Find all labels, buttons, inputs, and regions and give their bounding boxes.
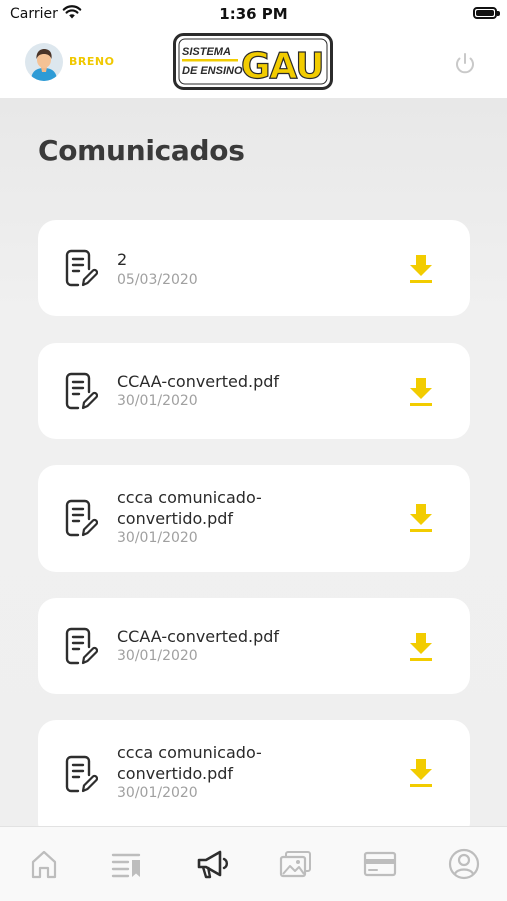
avatar[interactable] (25, 43, 63, 81)
file-name-line-2: convertido.pdf (117, 509, 234, 528)
megaphone-icon[interactable] (194, 847, 230, 881)
svg-text:SISTEMA: SISTEMA (182, 46, 231, 58)
status-bar: Carrier 1:36 PM (0, 0, 507, 28)
file-date: 30/01/2020 (117, 530, 198, 546)
document-edit-icon (65, 372, 98, 410)
battery-icon (473, 7, 500, 19)
home-icon[interactable] (26, 847, 62, 881)
main-content[interactable]: Comunicados 2 05/03/2020 CCAA-converted.… (0, 98, 507, 826)
download-icon[interactable] (408, 632, 434, 662)
download-icon[interactable] (408, 503, 434, 533)
svg-text:GAU: GAU (241, 46, 324, 87)
document-edit-icon (65, 499, 98, 537)
document-edit-icon (65, 627, 98, 665)
file-name: CCAA-converted.pdf (117, 372, 280, 391)
tab-bar (0, 826, 507, 901)
file-date: 30/01/2020 (117, 393, 198, 409)
file-name: CCAA-converted.pdf (117, 627, 280, 646)
download-icon[interactable] (408, 377, 434, 407)
announcement-card[interactable]: 2 05/03/2020 (38, 220, 470, 316)
file-name-line-1: ccca comunicado- (117, 743, 262, 762)
list-bookmark-icon[interactable] (109, 847, 145, 881)
document-edit-icon (65, 755, 98, 793)
power-icon[interactable] (451, 50, 479, 78)
file-date: 05/03/2020 (117, 272, 198, 288)
file-name-line-2: convertido.pdf (117, 764, 234, 783)
announcement-card[interactable]: ccca comunicado- convertido.pdf 30/01/20… (38, 720, 470, 826)
file-name-line-1: ccca comunicado- (117, 488, 262, 507)
document-edit-icon (65, 249, 98, 287)
gallery-icon[interactable] (278, 847, 314, 881)
avatar-icon (25, 43, 63, 81)
clock: 1:36 PM (219, 5, 288, 23)
file-date: 30/01/2020 (117, 785, 198, 801)
announcement-card[interactable]: ccca comunicado- convertido.pdf 30/01/20… (38, 465, 470, 572)
card-icon[interactable] (362, 847, 398, 881)
announcement-card[interactable]: CCAA-converted.pdf 30/01/2020 (38, 598, 470, 694)
page-title: Comunicados (38, 134, 245, 167)
svg-text:DE ENSINO: DE ENSINO (182, 65, 243, 77)
announcement-card[interactable]: CCAA-converted.pdf 30/01/2020 (38, 343, 470, 439)
app-header: BRENO SISTEMA DE ENSINO GAU (0, 28, 507, 98)
user-name[interactable]: BRENO (69, 55, 114, 68)
profile-icon[interactable] (446, 847, 482, 881)
file-name: 2 (117, 250, 128, 269)
download-icon[interactable] (408, 254, 434, 284)
gau-logo: SISTEMA DE ENSINO GAU (173, 33, 333, 90)
file-date: 30/01/2020 (117, 648, 198, 664)
download-icon[interactable] (408, 758, 434, 788)
